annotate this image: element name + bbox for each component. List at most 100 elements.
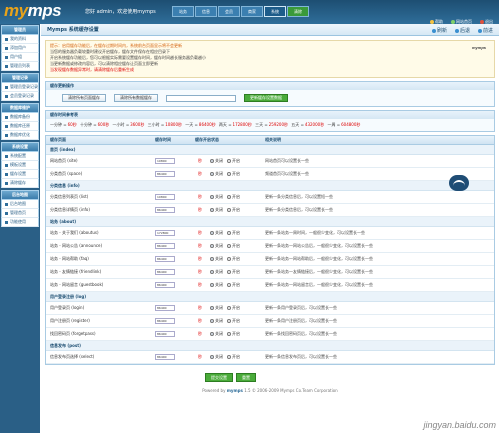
nav-tab-system[interactable]: 系统 [264, 6, 286, 17]
cache-time-input[interactable]: 86400 [155, 305, 175, 311]
cache-off-radio[interactable]: 关闭 [210, 194, 223, 200]
nav-tab-shop[interactable]: 商家 [241, 6, 263, 17]
cache-on-radio[interactable]: 开启 [227, 354, 240, 360]
cache-time-input[interactable]: 86400 [155, 282, 175, 288]
cache-on-radio[interactable]: 开启 [227, 269, 240, 275]
sidebar-group-title[interactable]: 后台地图 [1, 190, 39, 200]
cache-time-input[interactable]: 86400 [155, 256, 175, 262]
sidebar-item[interactable]: 添加用户 [1, 44, 39, 53]
cache-off-radio[interactable]: 关闭 [210, 171, 223, 177]
footer-brand[interactable]: mymps [227, 388, 243, 393]
nav-tab-site[interactable]: 站务 [172, 6, 194, 17]
sidebar-group-title[interactable]: 管理员 [1, 25, 39, 35]
cache-on-radio[interactable]: 开启 [227, 171, 240, 177]
sidebar-item[interactable]: 管理员登录记录 [1, 83, 39, 92]
cache-on-radio[interactable]: 开启 [227, 305, 240, 311]
cache-off-radio[interactable]: 关闭 [210, 354, 223, 360]
time-ref-label: 两天 = [218, 122, 232, 127]
update-cache-button[interactable]: 更新缓存设置数据 [244, 94, 288, 102]
cache-on-radio[interactable]: 开启 [227, 230, 240, 236]
col-header-status: 缓存开启状态 [195, 137, 219, 142]
sidebar-item[interactable]: 会员登录记录 [1, 92, 39, 101]
cache-time-input[interactable]: 10800 [155, 158, 175, 164]
sidebar-item[interactable]: 缓存设置 [1, 170, 39, 179]
reset-button[interactable]: 重置 [236, 373, 256, 382]
cache-on-radio[interactable]: 开启 [227, 243, 240, 249]
sidebar-item[interactable]: 我的资料 [1, 35, 39, 44]
cache-off-radio[interactable]: 关闭 [210, 207, 223, 213]
radio-icon [210, 195, 214, 199]
refresh-link[interactable]: 刷新 [431, 27, 447, 34]
sidebar-item[interactable]: 功能使用 [1, 218, 39, 227]
time-ref-value: 259200秒 [268, 122, 289, 127]
col-header-desc: 相关说明 [265, 137, 281, 142]
clear-page-cache-button[interactable]: 清除所有页面缓存 [62, 94, 106, 102]
cache-time-input[interactable]: 10800 [155, 194, 175, 200]
cache-desc: 更新一条站务一周时间，一般很少变化，可以设置长一些 [265, 230, 365, 235]
submit-button[interactable]: 提交设置 [205, 373, 233, 382]
page-titlebar: Mymps 系统缓存设置 刷新 后退 前进 [41, 24, 499, 36]
sidebar-item[interactable]: 后台地图 [1, 200, 39, 209]
sidebar-item[interactable]: 管理员列表 [1, 62, 39, 71]
sidebar-group-title[interactable]: 管理记录 [1, 73, 39, 83]
cache-off-radio[interactable]: 关闭 [210, 269, 223, 275]
cache-off-radio[interactable]: 关闭 [210, 256, 223, 262]
cache-time-cell: 172800 [151, 230, 191, 236]
cache-on-radio[interactable]: 开启 [227, 256, 240, 262]
cache-time-input[interactable]: 86400 [155, 171, 175, 177]
cache-time-input[interactable]: 172800 [155, 230, 175, 236]
cache-off-radio[interactable]: 关闭 [210, 282, 223, 288]
clear-data-cache-button[interactable]: 清除所有数据缓存 [114, 94, 158, 102]
sidebar-group-title[interactable]: 系统设置 [1, 142, 39, 152]
cache-on-radio[interactable]: 开启 [227, 282, 240, 288]
cache-time-cell: 86400 [151, 207, 191, 213]
cache-off-radio[interactable]: 关闭 [210, 318, 223, 324]
nav-tab-member[interactable]: 会员 [218, 6, 240, 17]
sidebar-item[interactable]: 数据库备份 [1, 113, 39, 122]
sidebar-item[interactable]: 管理首页 [1, 209, 39, 218]
cache-desc: 更新一条用户注册页后，可以设置长一些 [265, 318, 337, 323]
sidebar-item[interactable]: 数据库优化 [1, 131, 39, 140]
back-link[interactable]: 后退 [454, 27, 470, 34]
cache-off-radio[interactable]: 关闭 [210, 230, 223, 236]
radio-icon [210, 257, 214, 261]
radio-icon [227, 244, 231, 248]
cache-time-input[interactable]: 86400 [155, 269, 175, 275]
cache-time-input[interactable]: 86400 [155, 207, 175, 213]
time-ref-value: 432000秒 [304, 122, 325, 127]
cache-status-cell: 秒 关闭 开启 [191, 230, 261, 236]
cache-off-radio[interactable]: 关闭 [210, 305, 223, 311]
sidebar-item[interactable]: 清除缓存 [1, 179, 39, 188]
sidebar-item[interactable]: 模板设置 [1, 161, 39, 170]
sidebar-group-admin: 管理员 我的资料 添加用户 用户组 管理员列表 [1, 25, 39, 71]
cache-off-radio[interactable]: 关闭 [210, 331, 223, 337]
sidebar-item[interactable]: 系统配置 [1, 152, 39, 161]
cache-off-radio[interactable]: 关闭 [210, 158, 223, 164]
col-header-time: 缓存时间 [155, 137, 171, 142]
cache-on-radio[interactable]: 开启 [227, 318, 240, 324]
time-ref-label: 三小时 = [147, 122, 165, 127]
cache-off-radio[interactable]: 关闭 [210, 243, 223, 249]
nav-tab-clear[interactable]: 清除 [287, 6, 309, 17]
forward-link[interactable]: 前进 [477, 27, 493, 34]
cache-time-input[interactable]: 86400 [155, 354, 175, 360]
cache-on-radio[interactable]: 开启 [227, 331, 240, 337]
cache-on-radio[interactable]: 开启 [227, 207, 240, 213]
sidebar-item[interactable]: 数据库还原 [1, 122, 39, 131]
cache-time-input[interactable]: 86400 [155, 331, 175, 337]
cache-input[interactable] [166, 94, 236, 102]
cache-time-input[interactable]: 86400 [155, 243, 175, 249]
cache-on-radio[interactable]: 开启 [227, 158, 240, 164]
nav-tab-info[interactable]: 信息 [195, 6, 217, 17]
cache-page-name: 找回密码页 (forgetpass) [50, 331, 96, 336]
cache-status-cell: 秒 关闭 开启 [191, 243, 261, 249]
cache-desc: 更新一条站务一网站帮助后，一般很少变化，可以设置长一些 [265, 256, 373, 261]
sidebar-item[interactable]: 用户组 [1, 53, 39, 62]
cache-page-name: 分类信息列表页 (list) [50, 194, 89, 199]
radio-icon [210, 208, 214, 212]
sidebar-group-database: 数据库维护 数据库备份 数据库还原 数据库优化 [1, 103, 39, 140]
cache-time-input[interactable]: 86400 [155, 318, 175, 324]
cache-on-radio[interactable]: 开启 [227, 194, 240, 200]
sidebar-group-title[interactable]: 数据库维护 [1, 103, 39, 113]
time-unit: 秒 [198, 318, 202, 323]
